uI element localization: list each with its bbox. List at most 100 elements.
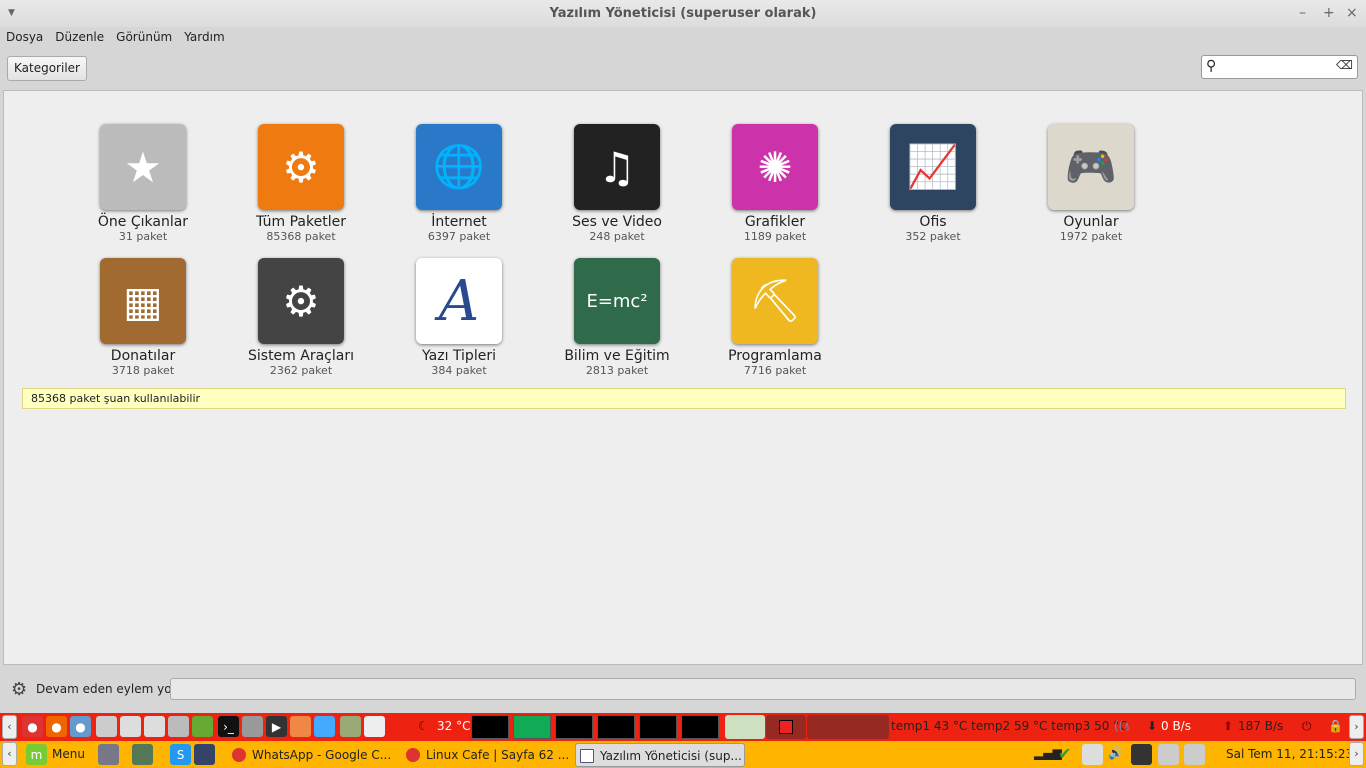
task-label: WhatsApp - Google C... <box>252 748 392 762</box>
memory-graph <box>513 715 551 739</box>
clock[interactable]: Sal Tem 11, 21:15:23 <box>1226 747 1353 761</box>
menu-yardim[interactable]: Yardım <box>178 27 230 49</box>
shield-check-icon[interactable]: ✔ <box>1058 744 1071 763</box>
category-name: İnternet <box>431 214 487 230</box>
usb-launcher-2-icon[interactable] <box>144 716 165 737</box>
category-name: Tüm Paketler <box>256 214 346 230</box>
mint-menu-icon[interactable]: m <box>26 744 47 765</box>
firefox-launcher-icon[interactable]: ● <box>46 716 67 737</box>
category-grid: 85368 paket şuan kullanılabilir ★ Öne Çık… <box>3 90 1363 665</box>
status-text: Devam eden eylem yok <box>36 682 179 696</box>
workspace-3-4[interactable] <box>807 715 889 739</box>
category-item[interactable]: ⚙ Tüm Paketler 85368 paket <box>226 124 376 243</box>
power-icon[interactable]: ⏻ <box>1302 719 1312 734</box>
network-icon: ((⍋ <box>1114 719 1131 733</box>
task-software-manager[interactable]: Yazılım Yöneticisi (sup... <box>575 743 745 767</box>
chrome-icon <box>406 748 420 762</box>
music-clapper-icon: ♫ <box>574 124 660 210</box>
category-item[interactable]: ⛏ Programlama 7716 paket <box>700 258 850 377</box>
menu-gorunum[interactable]: Görünüm <box>110 27 178 49</box>
category-item[interactable]: 🌐 İnternet 6397 paket <box>384 124 534 243</box>
window-menu-icon[interactable]: ▼ <box>8 0 15 27</box>
category-item[interactable]: 🎮 Oyunlar 1972 paket <box>1016 124 1166 243</box>
gamepad-icon: 🎮 <box>1048 124 1134 210</box>
category-name: Sistem Araçları <box>248 348 354 364</box>
category-item[interactable]: ⚙ Sistem Araçları 2362 paket <box>226 258 376 377</box>
battery-icon[interactable] <box>1131 744 1152 765</box>
category-item[interactable]: ★ Öne Çıkanlar 31 paket <box>68 124 218 243</box>
window-icon <box>580 749 594 763</box>
category-name: Öne Çıkanlar <box>97 214 189 230</box>
workspace-1[interactable] <box>725 715 765 739</box>
upload-arrow-icon: ⬆ <box>1223 719 1234 733</box>
tools-launcher-icon[interactable] <box>96 716 117 737</box>
drive-icon[interactable] <box>1158 744 1179 765</box>
progress-bar <box>170 678 1356 700</box>
category-item[interactable]: A Yazı Tipleri 384 paket <box>384 258 534 377</box>
terminal-launcher-icon[interactable]: ›_ <box>218 716 239 737</box>
category-item[interactable]: ♫ Ses ve Video 248 paket <box>542 124 692 243</box>
category-count: 384 paket <box>431 364 487 377</box>
construction-icon: ⛏ <box>732 258 818 344</box>
net-graph <box>597 715 635 739</box>
panel-scroll-left[interactable]: ‹ <box>2 715 17 739</box>
text-editor-launcher-icon[interactable] <box>364 716 385 737</box>
task-linux-cafe[interactable]: Linux Cafe | Sayfa 62 ... <box>402 743 569 767</box>
category-count: 352 paket <box>905 230 961 243</box>
category-count: 248 paket <box>589 230 645 243</box>
calculator-launcher-icon[interactable] <box>168 716 189 737</box>
image-viewer-launcher-icon[interactable] <box>314 716 335 737</box>
star-icon: ★ <box>100 124 186 210</box>
media-launcher-icon[interactable] <box>290 716 311 737</box>
skype-icon[interactable]: S <box>170 744 191 765</box>
status-bar: ⚙ Devam eden eylem yok <box>7 675 1359 705</box>
usb-launcher-icon[interactable] <box>120 716 141 737</box>
sensors-readout: temp1 43 °C temp2 59 °C temp3 50 °C <box>891 719 1128 733</box>
menu-dosya[interactable]: Dosya <box>0 27 49 49</box>
categories-button[interactable]: Kategoriler <box>7 56 87 81</box>
cpu-temp: 32 °C <box>437 719 471 733</box>
cpu-graph <box>471 715 509 739</box>
category-item[interactable]: E=mc² Bilim ve Eğitim 2813 paket <box>542 258 692 377</box>
category-count: 2813 paket <box>585 364 649 377</box>
category-item[interactable]: ✺ Grafikler 1189 paket <box>700 124 850 243</box>
chrome-launcher-icon[interactable]: ● <box>22 716 43 737</box>
download-speed: 0 B/s <box>1161 719 1191 733</box>
volume-icon[interactable]: 🔊 <box>1108 746 1123 760</box>
category-name: Ofis <box>919 214 947 230</box>
gimp-launcher-icon[interactable] <box>340 716 361 737</box>
spotify-launcher-icon[interactable] <box>192 716 213 737</box>
clear-search-icon[interactable]: ⌫ <box>1336 58 1353 72</box>
category-name: Grafikler <box>744 214 806 230</box>
lock-icon[interactable]: 🔒 <box>1328 719 1343 733</box>
bottom-panel-scroll-right[interactable]: › <box>1349 742 1364 766</box>
chromium-launcher-icon[interactable]: ● <box>70 716 91 737</box>
chrome-icon <box>232 748 246 762</box>
chart-icon: 📈 <box>890 124 976 210</box>
network-app-icon[interactable] <box>194 744 215 765</box>
maximize-button[interactable]: + <box>1323 0 1335 27</box>
system-launcher-icon[interactable] <box>242 716 263 737</box>
category-name: Programlama <box>728 348 822 364</box>
menu-bar: Dosya Düzenle Görünüm Yardım <box>0 27 231 49</box>
drive-2-icon[interactable] <box>1184 744 1205 765</box>
bottom-panel-scroll-left[interactable]: ‹ <box>2 742 17 766</box>
menu-button[interactable]: Menu <box>52 747 85 761</box>
moon-icon: ☾ <box>418 719 429 733</box>
category-item[interactable]: 📈 Ofis 352 paket <box>858 124 1008 243</box>
minimize-button[interactable]: – <box>1299 0 1306 27</box>
menu-duzenle[interactable]: Düzenle <box>49 27 110 49</box>
category-name: Donatılar <box>110 348 176 364</box>
video-launcher-icon[interactable]: ▶ <box>266 716 287 737</box>
category-name: Bilim ve Eğitim <box>564 348 670 364</box>
category-item[interactable]: ▦ Donatılar 3718 paket <box>68 258 218 377</box>
workspace-2[interactable] <box>766 715 806 739</box>
panel-scroll-right[interactable]: › <box>1349 715 1364 739</box>
cpu-chip-icon[interactable] <box>98 744 119 765</box>
show-desktop-icon[interactable] <box>132 744 153 765</box>
search-input[interactable]: ⚲ ⌫ <box>1201 55 1358 79</box>
task-whatsapp[interactable]: WhatsApp - Google C... <box>228 743 393 767</box>
display-icon[interactable] <box>1082 744 1103 765</box>
category-name: Yazı Tipleri <box>422 348 496 364</box>
close-button[interactable]: × <box>1346 0 1358 27</box>
